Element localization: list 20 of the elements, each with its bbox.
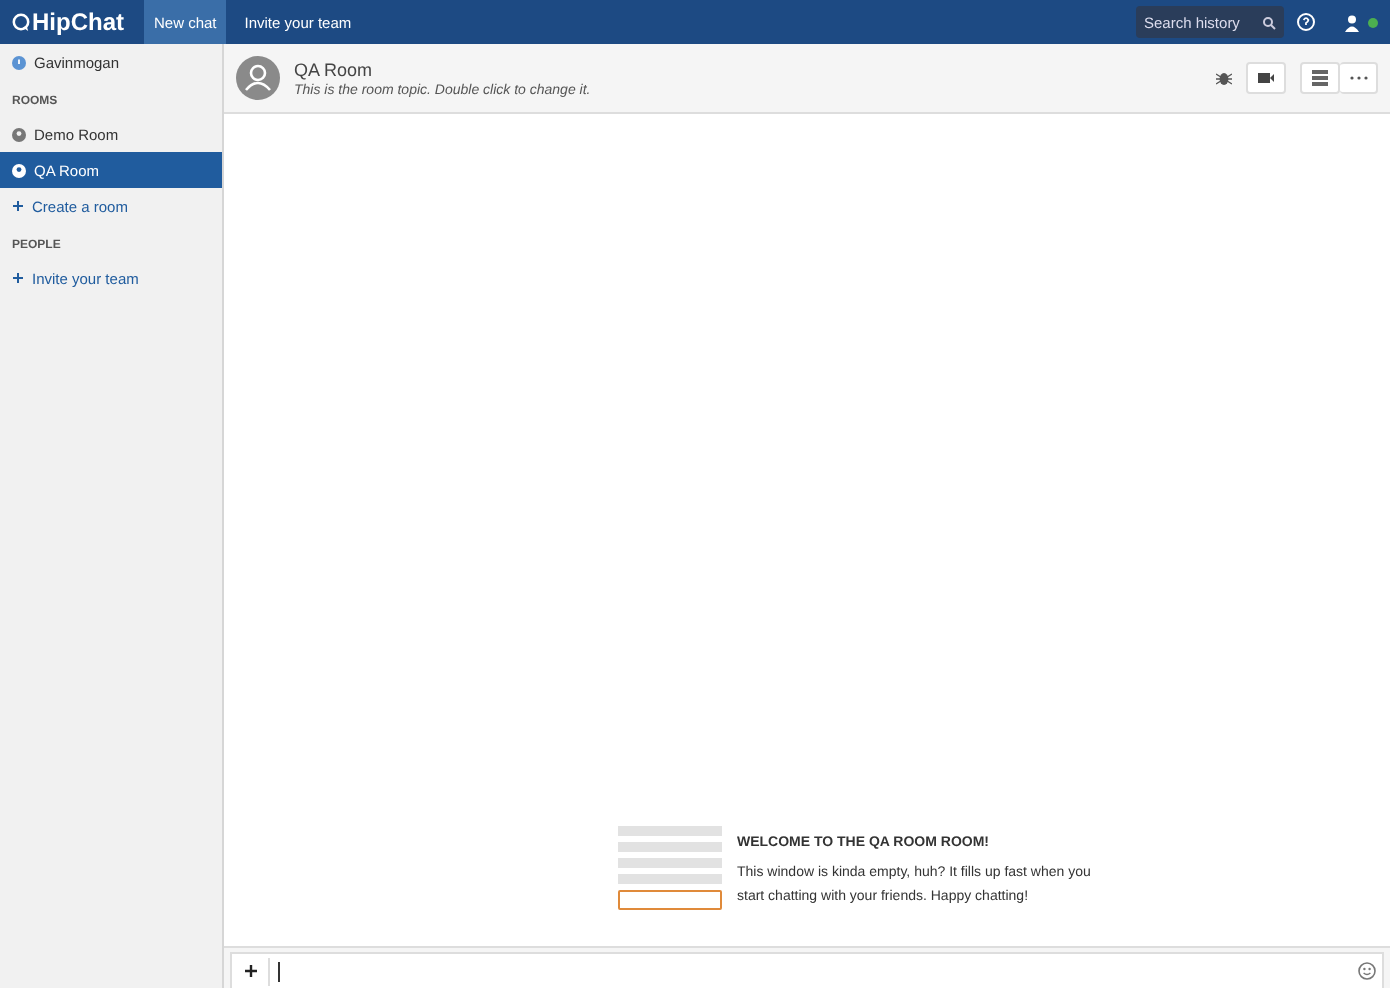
status-indicator — [1368, 17, 1378, 27]
room-title: QA Room — [294, 59, 375, 79]
plus-icon — [12, 200, 24, 212]
status-icon — [12, 55, 26, 69]
video-camera-icon — [1258, 72, 1274, 84]
list-icon — [1312, 70, 1328, 86]
emoji-icon[interactable] — [1358, 962, 1376, 980]
plus-icon[interactable] — [243, 964, 257, 978]
placeholder-drawing — [617, 826, 721, 910]
bug-icon[interactable] — [1216, 70, 1232, 86]
user-icon[interactable] — [1344, 13, 1360, 31]
plus-icon — [12, 272, 24, 284]
room-avatar-icon — [236, 56, 280, 100]
room-icon — [12, 163, 26, 177]
help-icon[interactable] — [1296, 12, 1316, 32]
video-button[interactable] — [1246, 62, 1286, 94]
room-icon — [12, 127, 26, 141]
app-logo: HipChat — [32, 8, 124, 36]
roster-button[interactable] — [1300, 62, 1340, 94]
speech-bubble-icon — [12, 12, 30, 32]
